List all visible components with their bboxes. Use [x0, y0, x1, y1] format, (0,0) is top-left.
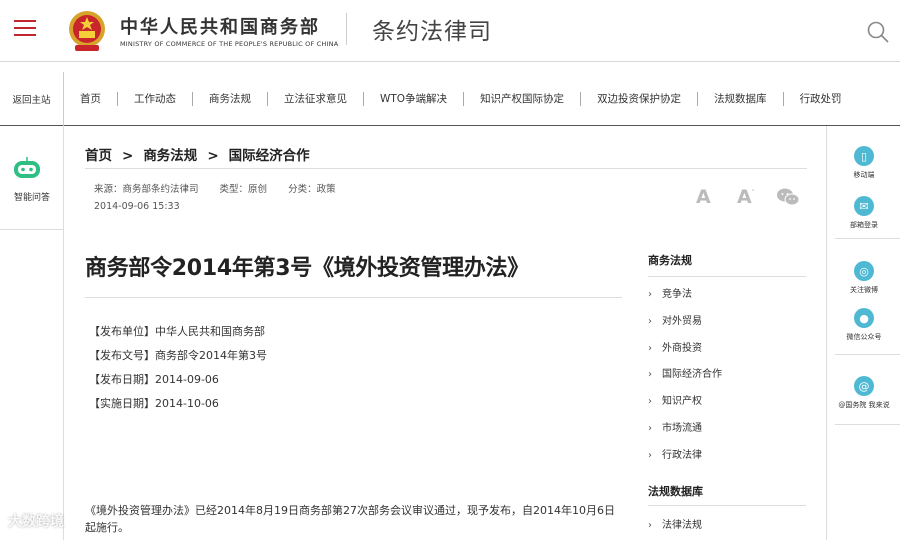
nav-item[interactable]: 商务法规 — [193, 92, 268, 106]
chevron-right-icon: › — [648, 520, 652, 531]
left-rail: 智能问答 — [0, 126, 64, 540]
state-council-feedback-label: @国务院 我来说 — [838, 401, 890, 409]
sidebar-item-label: 市场流通 — [662, 423, 702, 434]
main-nav: 返回主站 首页 工作动态 商务法规 立法征求意见 WTO争端解决 知识产权国际协定 双边投资… — [0, 72, 900, 126]
chevron-right-icon: › — [648, 396, 652, 408]
sidebar-item-label: 法律法规 — [662, 520, 702, 531]
sidebar-item[interactable]: › 竞争法 — [648, 285, 692, 300]
breadcrumb-intl-economic-cooperation[interactable]: 国际经济合作 — [229, 148, 310, 164]
breadcrumb-home[interactable]: 首页 — [85, 148, 112, 164]
sidebar-item-label: 行政法律 — [662, 449, 702, 461]
rail-divider — [835, 424, 900, 425]
sidebar-section-title: 法规数据库 — [648, 485, 703, 498]
mobile-icon: ▯ — [854, 146, 874, 166]
info-publish-date: 【发布日期】2014-09-06 — [89, 373, 219, 386]
sidebar-item-label: 知识产权 — [662, 396, 702, 408]
rail-divider — [835, 238, 900, 239]
wechat-account-label: 微信公众号 — [846, 333, 882, 341]
sidebar-item[interactable]: › 市场流通 — [648, 419, 702, 434]
sidebar-divider — [648, 505, 806, 506]
sidebar-item[interactable]: › 法律法规 — [648, 516, 702, 531]
breadcrumb-separator: > — [122, 148, 134, 164]
breadcrumb-separator: > — [207, 148, 219, 164]
site-header: 中华人民共和国商务部 MINISTRY OF COMMERCE OF THE P… — [0, 0, 900, 62]
sidebar-item-label: 竞争法 — [662, 289, 692, 300]
title-divider — [85, 297, 622, 298]
font-small-label: A — [737, 186, 752, 208]
national-emblem-icon — [69, 11, 105, 51]
nav-item[interactable]: 工作动态 — [118, 92, 193, 106]
nav-list: 首页 工作动态 商务法规 立法征求意见 WTO争端解决 知识产权国际协定 双边投资保护协定法… — [64, 72, 858, 126]
meta-source: 来源：商务部条约法律司 — [94, 184, 199, 195]
hamburger-menu-icon[interactable] — [14, 20, 36, 38]
chevron-right-icon: › — [648, 315, 652, 327]
mobile-label: 移动端 — [853, 171, 875, 179]
info-doc-number: 【发布文号】商务部令2014年第3号 — [89, 349, 267, 362]
state-council-feedback-link[interactable]: @ @国务院 我来说 — [827, 376, 900, 410]
breadcrumb: 首页 > 商务法规 > 国际经济合作 — [85, 144, 310, 164]
smart-qa-button[interactable]: 智能问答 — [0, 126, 64, 230]
search-icon[interactable] — [866, 20, 890, 44]
rail-divider — [835, 354, 900, 355]
chevron-right-icon: › — [648, 369, 652, 381]
chatbot-icon — [14, 157, 40, 178]
wechat-icon: ● — [854, 308, 874, 328]
org-name-cn: 中华人民共和国商务部 — [120, 17, 320, 38]
mobile-link[interactable]: ▯ 移动端 — [827, 146, 900, 180]
weibo-icon: ◎ — [854, 261, 874, 281]
wechat-share-icon[interactable] — [776, 187, 800, 207]
nav-item[interactable]: 立法征求意见 — [268, 92, 364, 106]
mail-login-link[interactable]: ✉ 部箱登录 — [827, 196, 900, 230]
nav-item[interactable]: WTO争端解决 — [364, 92, 465, 106]
weibo-label: 关注微博 — [850, 286, 878, 294]
chevron-right-icon: › — [648, 289, 652, 300]
wechat-account-link[interactable]: ● 微信公众号 — [827, 308, 900, 342]
nav-item[interactable]: 法规数据库 — [698, 92, 784, 106]
org-name-en: MINISTRY OF COMMERCE OF THE PEOPLE'S REP… — [120, 40, 339, 48]
breadcrumb-commerce-regulations[interactable]: 商务法规 — [143, 148, 197, 164]
mail-icon: ✉ — [854, 196, 874, 216]
font-large-button[interactable]: A — [696, 186, 711, 208]
nav-item[interactable]: 知识产权国际协定 — [464, 92, 582, 106]
department-title: 条约法律司 — [372, 19, 492, 45]
sidebar-item-label: 国际经济合作 — [662, 369, 722, 381]
header-divider — [346, 13, 347, 45]
article-meta: 来源：商务部条约法律司 类型：原创 分类：政策 — [94, 181, 354, 195]
at-icon: @ — [854, 376, 874, 396]
nav-item[interactable]: 双边投资保护协定 — [581, 92, 699, 106]
watermark: 大数跨境 — [8, 514, 64, 530]
sidebar-item-label: 对外贸易 — [662, 315, 702, 327]
article-title: 商务部令2014年第3号《境外投资管理办法》 — [85, 256, 529, 281]
meta-category: 分类：政策 — [288, 184, 336, 195]
sidebar-item-label: 外商投资 — [662, 342, 702, 354]
right-rail: ▯ 移动端 ✉ 部箱登录 ◎ 关注微博 ● 微信公众号 @ @国务院 我来说 — [826, 126, 900, 540]
sidebar-section-title: 商务法规 — [648, 254, 692, 267]
meta-datetime: 2014-09-06 15:33 — [94, 201, 180, 212]
sidebar-item[interactable]: › 国际经济合作 — [648, 365, 722, 380]
chevron-right-icon: › — [648, 423, 652, 434]
weibo-link[interactable]: ◎ 关注微博 — [827, 261, 900, 295]
nav-item[interactable]: 行政处罚 — [784, 92, 858, 106]
info-effective-date: 【实施日期】2014-10-06 — [89, 397, 219, 410]
sidebar-divider — [648, 276, 806, 277]
chevron-right-icon: › — [648, 449, 652, 461]
info-publisher: 【发布单位】中华人民共和国商务部 — [89, 325, 265, 338]
smart-qa-label: 智能问答 — [13, 193, 50, 203]
nav-item[interactable]: 首页 — [64, 92, 118, 106]
sidebar-item[interactable]: › 外商投资 — [648, 339, 702, 354]
font-small-mark: - — [751, 186, 755, 194]
article-body: 《境外投资管理办法》已经2014年8月19日商务部第27次部务会议审议通过，现予… — [85, 504, 615, 534]
mail-login-label: 部箱登录 — [850, 221, 878, 229]
meta-divider — [85, 168, 807, 169]
font-small-button[interactable]: A- — [737, 186, 754, 208]
sidebar-item[interactable]: › 行政法律 — [648, 446, 702, 461]
back-to-main-site-link[interactable]: 返回主站 — [0, 72, 64, 126]
sidebar-item[interactable]: › 对外贸易 — [648, 312, 702, 327]
meta-type: 类型：原创 — [219, 184, 268, 195]
chevron-right-icon: › — [648, 342, 652, 354]
sidebar-item[interactable]: › 知识产权 — [648, 392, 702, 407]
